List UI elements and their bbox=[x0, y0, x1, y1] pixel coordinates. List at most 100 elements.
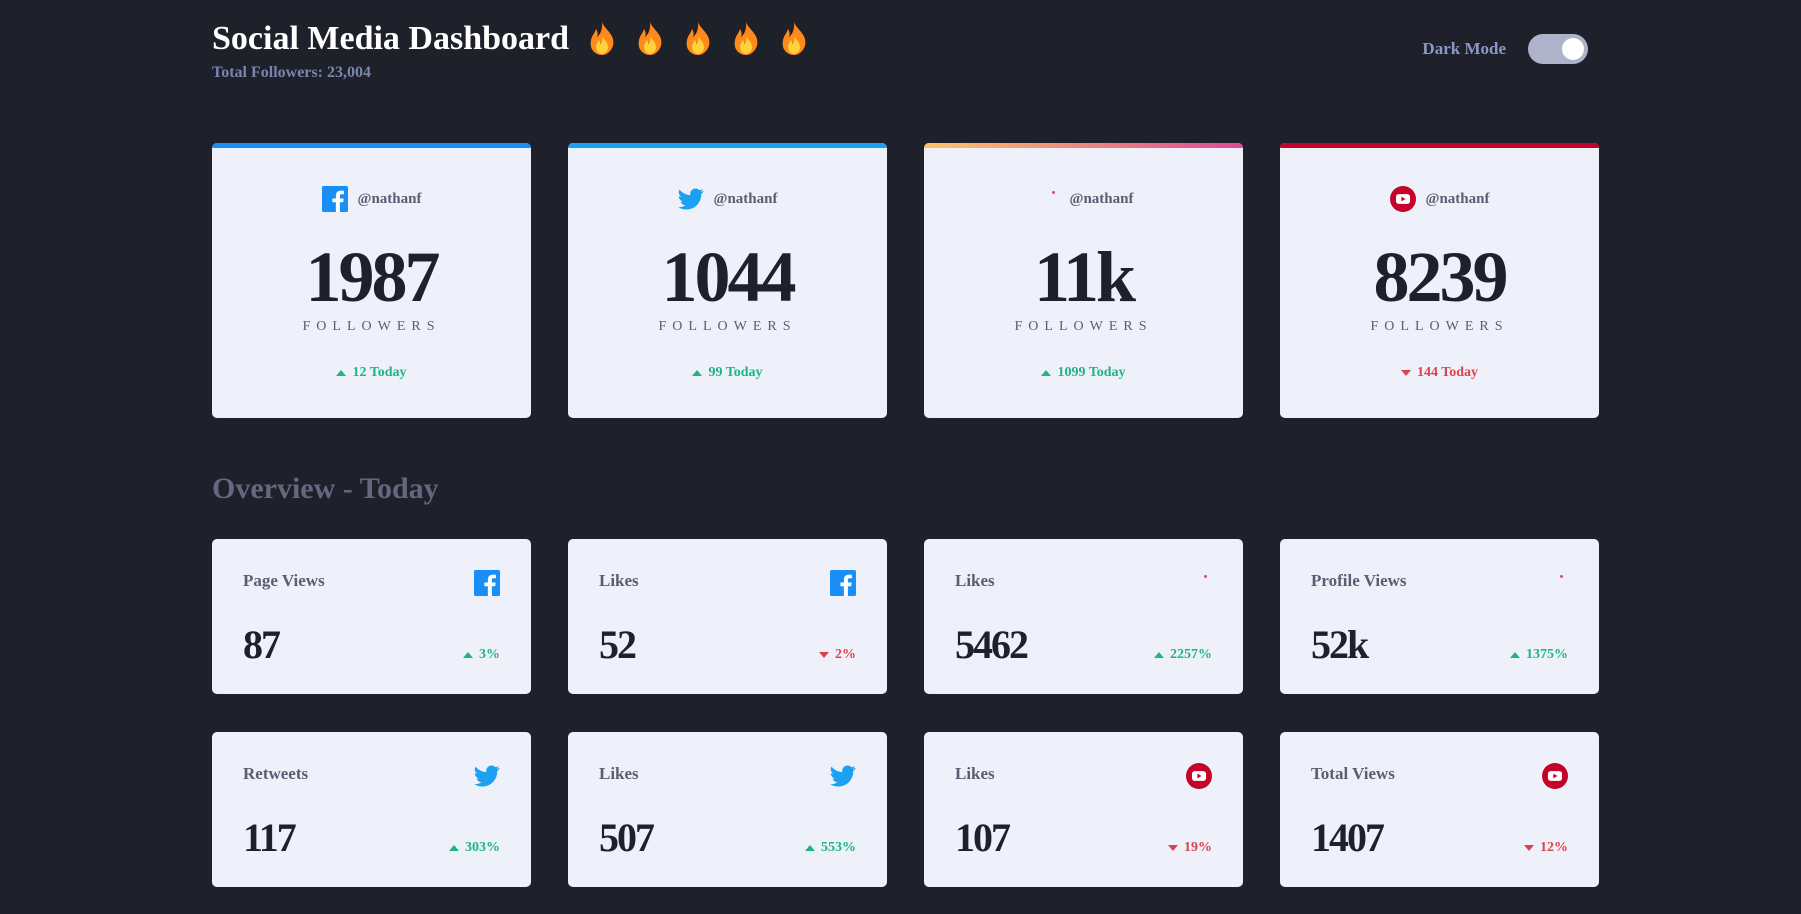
handle: @nathanf bbox=[713, 190, 778, 207]
overview-card[interactable]: Profile Views 52k 1375% bbox=[1280, 539, 1599, 694]
overview-metric-value: 117 bbox=[243, 815, 297, 860]
dark-mode-control: Dark Mode bbox=[1422, 34, 1588, 64]
facebook-icon bbox=[474, 570, 500, 596]
twitter-icon bbox=[677, 186, 714, 212]
followers-count: 11k bbox=[1033, 237, 1136, 317]
trend-arrow-icon bbox=[819, 652, 829, 658]
overview-change: 2257% bbox=[1154, 647, 1212, 663]
overview-metric-value: 52 bbox=[599, 622, 637, 667]
overview-metric-value: 507 bbox=[599, 815, 655, 860]
overview-change: 3% bbox=[463, 647, 500, 663]
change-text: 553% bbox=[821, 840, 856, 855]
youtube-icon bbox=[1186, 763, 1212, 789]
followers-count: 1987 bbox=[305, 237, 441, 317]
overview-card[interactable]: Retweets 117 303% bbox=[212, 732, 531, 887]
twitter-icon bbox=[830, 763, 856, 789]
today-text: 12 Today bbox=[352, 365, 407, 380]
overview-metric-value: 107 bbox=[955, 815, 1011, 860]
title-row: Social Media Dashboard bbox=[212, 18, 1602, 60]
instagram-icon bbox=[1542, 570, 1568, 596]
follower-card-twitter[interactable]: @nathanf 1044 FOLLOWERS 99 Today bbox=[568, 143, 887, 418]
today-change: 144 Today bbox=[1280, 365, 1599, 381]
trend-arrow-icon bbox=[805, 845, 815, 851]
overview-metric-label: Likes bbox=[955, 764, 995, 783]
today-change: 12 Today bbox=[212, 365, 531, 381]
overview-card[interactable]: Likes 107 19% bbox=[924, 732, 1243, 887]
card-accent-bar bbox=[568, 143, 887, 148]
fire-icon bbox=[782, 22, 806, 55]
overview-change: 2% bbox=[819, 647, 856, 663]
change-text: 2257% bbox=[1170, 647, 1212, 662]
handle: @nathanf bbox=[1425, 190, 1490, 207]
today-text: 144 Today bbox=[1416, 365, 1479, 380]
handle: @nathanf bbox=[357, 190, 422, 207]
trend-arrow-icon bbox=[1041, 370, 1052, 376]
overview-title: Overview - Today bbox=[212, 472, 439, 505]
youtube-icon bbox=[1542, 763, 1568, 789]
toggle-knob bbox=[1562, 38, 1584, 60]
overview-metric-value: 52k bbox=[1311, 622, 1369, 667]
trend-arrow-icon bbox=[1524, 845, 1534, 851]
fire-icon bbox=[590, 22, 614, 55]
today-text: 99 Today bbox=[708, 365, 763, 380]
card-handle-row: @nathanf bbox=[1280, 185, 1599, 213]
card-handle-row: @nathanf bbox=[924, 185, 1243, 213]
dark-mode-toggle[interactable] bbox=[1528, 34, 1588, 64]
overview-metric-label: Profile Views bbox=[1311, 571, 1407, 590]
change-text: 2% bbox=[835, 647, 856, 662]
trend-arrow-icon bbox=[1400, 370, 1411, 376]
fire-icon bbox=[638, 22, 662, 55]
overview-metric-label: Page Views bbox=[243, 571, 325, 590]
trend-arrow-icon bbox=[1168, 845, 1178, 851]
flame-icons bbox=[587, 21, 809, 57]
facebook-icon bbox=[321, 186, 358, 212]
dark-mode-label: Dark Mode bbox=[1422, 39, 1506, 58]
today-change: 99 Today bbox=[568, 365, 887, 381]
trend-arrow-icon bbox=[692, 370, 703, 376]
overview-metric-label: Likes bbox=[599, 764, 639, 783]
today-text: 1099 Today bbox=[1057, 365, 1126, 380]
card-accent-bar bbox=[212, 143, 531, 148]
header: Social Media Dashboard Total Followers: … bbox=[212, 18, 1602, 88]
change-text: 12% bbox=[1540, 840, 1568, 855]
followers-count: 8239 bbox=[1373, 237, 1509, 317]
follower-cards: @nathanf 1987 FOLLOWERS 12 Today @nathan… bbox=[212, 143, 1599, 418]
instagram-icon bbox=[1186, 570, 1212, 596]
youtube-icon bbox=[1389, 186, 1426, 212]
change-text: 19% bbox=[1184, 840, 1212, 855]
trend-arrow-icon bbox=[463, 652, 473, 658]
overview-card[interactable]: Total Views 1407 12% bbox=[1280, 732, 1599, 887]
twitter-icon bbox=[474, 763, 500, 789]
follower-card-instagram[interactable]: @nathanf 11k FOLLOWERS 1099 Today bbox=[924, 143, 1243, 418]
follower-card-facebook[interactable]: @nathanf 1987 FOLLOWERS 12 Today bbox=[212, 143, 531, 418]
card-handle-row: @nathanf bbox=[568, 185, 887, 213]
overview-metric-value: 87 bbox=[243, 622, 281, 667]
overview-metric-label: Total Views bbox=[1311, 764, 1395, 783]
followers-label: FOLLOWERS bbox=[658, 319, 797, 334]
overview-change: 12% bbox=[1524, 840, 1568, 856]
followers-label: FOLLOWERS bbox=[302, 319, 441, 334]
trend-arrow-icon bbox=[1154, 652, 1164, 658]
change-text: 303% bbox=[465, 840, 500, 855]
overview-card[interactable]: Likes 507 553% bbox=[568, 732, 887, 887]
follower-card-youtube[interactable]: @nathanf 8239 FOLLOWERS 144 Today bbox=[1280, 143, 1599, 418]
overview-card[interactable]: Likes 5462 2257% bbox=[924, 539, 1243, 694]
today-change: 1099 Today bbox=[924, 365, 1243, 381]
page-title: Social Media Dashboard bbox=[212, 20, 570, 57]
handle: @nathanf bbox=[1069, 190, 1134, 207]
overview-metric-value: 1407 bbox=[1311, 815, 1385, 860]
followers-label: FOLLOWERS bbox=[1014, 319, 1153, 334]
card-accent-bar bbox=[1280, 143, 1599, 148]
overview-metric-label: Likes bbox=[599, 571, 639, 590]
card-handle-row: @nathanf bbox=[212, 185, 531, 213]
overview-change: 303% bbox=[449, 840, 500, 856]
overview-metric-value: 5462 bbox=[955, 622, 1029, 667]
facebook-icon bbox=[830, 570, 856, 596]
overview-card[interactable]: Page Views 87 3% bbox=[212, 539, 531, 694]
trend-arrow-icon bbox=[336, 370, 347, 376]
overview-metric-label: Likes bbox=[955, 571, 995, 590]
followers-label: FOLLOWERS bbox=[1370, 319, 1509, 334]
overview-card[interactable]: Likes 52 2% bbox=[568, 539, 887, 694]
overview-change: 19% bbox=[1168, 840, 1212, 856]
total-followers: Total Followers: 23,004 bbox=[212, 64, 371, 81]
